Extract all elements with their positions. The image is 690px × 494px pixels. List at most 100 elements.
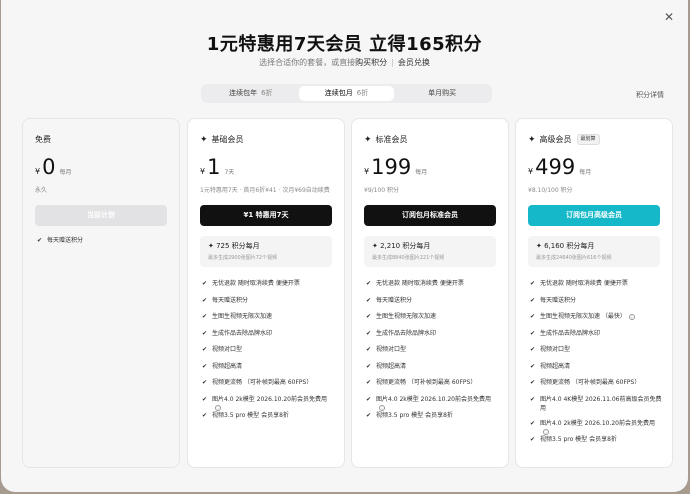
check-icon: ✔ xyxy=(530,362,536,370)
credits-box: ✦ 725 积分每月 最多生成2900张图片72个视频 xyxy=(200,236,332,267)
price-note: 永久 xyxy=(35,187,48,194)
credits-row: ✦ 725 积分每月 xyxy=(208,241,324,251)
list-item: ✔ 图片4.0 2k模型 2026.10.20前会员免费用i xyxy=(530,419,662,435)
list-item: ✔ 视频对口型 xyxy=(530,345,662,362)
check-icon: ✔ xyxy=(202,280,208,287)
list-item: ✔ 每天赠送积分 xyxy=(37,236,169,253)
feature-text: 每天赠送积分 xyxy=(376,296,413,304)
list-item: ✔ 生成作品去除品牌水印 xyxy=(202,329,334,346)
plan-name-row: ✦ 标准会员 xyxy=(364,134,408,145)
check-icon: ✔ xyxy=(202,379,208,386)
feature-list: ✔ 无忧退款 随时取消续费 便捷开票 ✔ 每天赠送积分 ✔ 生图生视频无限次加速 （最… xyxy=(530,279,662,452)
credits-box: ✦ 6,160 积分每月 最多生成24640张图片616个视频 xyxy=(528,236,660,267)
price-unit: 每月 xyxy=(415,169,428,176)
credits-row: ✦ 2,210 积分每月 xyxy=(372,241,488,251)
feature-list: ✔ 无忧退款 随时取消续费 便捷开票 ✔ 每天赠送积分 ✔ 生图生视频无限次加速 ✔ 生… xyxy=(202,279,334,428)
plan-name-row: ✦ 高级会员 最划算 xyxy=(528,134,600,145)
list-item: ✔ 生图生视频无限次加速 xyxy=(202,312,334,329)
tab-monthly[interactable]: 连续包月 6折 xyxy=(298,86,395,101)
close-icon[interactable]: ✕ xyxy=(660,8,678,26)
price-note: 1元特惠用7天 · 首月6折¥41 · 次月¥69自动续费 xyxy=(200,187,330,194)
list-item: ✔ 视频对口型 xyxy=(202,345,334,362)
check-icon: ✔ xyxy=(202,296,208,304)
check-icon: ✔ xyxy=(366,280,372,287)
feature-text: 生图生视频无限次加速 （最快） xyxy=(540,313,626,320)
list-item: ✔ 每天赠送积分 xyxy=(366,296,498,313)
check-icon: ✔ xyxy=(202,395,208,403)
sparkle-icon: ✦ xyxy=(372,242,381,250)
currency: ¥ xyxy=(200,167,206,176)
plan-name: 标准会员 xyxy=(375,135,408,144)
info-icon[interactable]: i xyxy=(628,313,635,320)
feature-text: 视频对口型 xyxy=(212,346,243,353)
list-item: ✔ 视频3.5 pro 模型 会员享8折 xyxy=(202,411,334,428)
currency: ¥ xyxy=(364,167,370,176)
subscribe-premium-button[interactable]: 订阅包月高级会员 xyxy=(528,205,660,226)
check-icon: ✔ xyxy=(530,436,536,443)
plan-price: ¥ 199 每月 xyxy=(364,155,427,179)
redeem-link[interactable]: 会员兑换 xyxy=(398,58,430,67)
tab-single-month[interactable]: 单月购买 xyxy=(394,86,490,101)
feature-text: 生图生视频无限次加速 xyxy=(212,313,273,320)
subscribe-standard-button[interactable]: 订阅包月标准会员 xyxy=(364,205,496,226)
sparkle-icon: ✦ xyxy=(528,134,536,145)
credits-amount: 6,160 积分每月 xyxy=(544,242,595,250)
tab-discount: 6折 xyxy=(356,89,369,97)
plan-name: 高级会员 xyxy=(539,135,572,144)
subtitle-separator: | xyxy=(391,58,394,67)
list-item: ✔ 视频对口型 xyxy=(366,345,498,362)
sparkle-icon: ✦ xyxy=(208,242,217,250)
plan-card-premium: ✦ 高级会员 最划算 ¥ 499 每月 ¥8.10/100 积分 订阅包月高级会员 … xyxy=(515,118,673,468)
feature-text: 视频更流畅 （可补帧到最高 60FPS） xyxy=(212,379,313,386)
list-item: ✔ 视频更流畅 （可补帧到最高 60FPS） xyxy=(530,378,662,395)
sparkle-icon: ✦ xyxy=(200,134,208,145)
current-plan-button[interactable]: 当前计划 xyxy=(35,205,167,226)
price-value: 199 xyxy=(371,155,412,179)
feature-text: 图片4.0 2k模型 2026.10.20前会员免费用 xyxy=(376,395,492,403)
list-item: ✔ 视频更流畅 （可补帧到最高 60FPS） xyxy=(366,378,498,395)
plan-name: 免费 xyxy=(35,135,51,144)
tab-label: 连续包年 xyxy=(229,89,258,97)
feature-text: 视频对口型 xyxy=(540,346,571,353)
sparkle-icon: ✦ xyxy=(364,134,372,145)
list-item: ✔ 视频3.5 pro 模型 会员享8折 xyxy=(530,435,662,452)
credits-row: ✦ 6,160 积分每月 xyxy=(536,241,652,251)
feature-text: 视频对口型 xyxy=(376,346,407,353)
check-icon: ✔ xyxy=(202,313,208,320)
tab-yearly[interactable]: 连续包年 6折 xyxy=(203,86,299,101)
check-icon: ✔ xyxy=(366,313,372,320)
buy-credits-link[interactable]: 购买积分 xyxy=(355,58,387,67)
list-item: ✔ 无忧退款 随时取消续费 便捷开票 xyxy=(202,279,334,296)
list-item: ✔ 生成作品去除品牌水印 xyxy=(366,329,498,346)
subtitle-text: 选择合适你的套餐，或直接 xyxy=(259,58,356,67)
feature-text: 视频超高清 xyxy=(376,362,407,370)
price-value: 499 xyxy=(535,155,576,179)
check-icon: ✔ xyxy=(366,379,372,386)
list-item: ✔ 图片4.0 2k模型 2026.10.20前会员免费用i xyxy=(202,395,334,411)
check-icon: ✔ xyxy=(366,362,372,370)
page-title: 1元特惠用7天会员 立得165积分 xyxy=(206,34,483,55)
feature-text: 每天赠送积分 xyxy=(47,237,84,244)
check-icon: ✔ xyxy=(202,362,208,370)
feature-text: 每天赠送积分 xyxy=(212,296,249,304)
subscribe-basic-button[interactable]: ¥1 特惠用7天 xyxy=(200,205,332,226)
credits-amount: 725 积分每月 xyxy=(216,242,260,250)
currency: ¥ xyxy=(528,167,534,176)
credit-details-link[interactable]: 积分详情 xyxy=(636,90,664,100)
check-icon: ✔ xyxy=(530,329,536,337)
feature-text: 生成作品去除品牌水印 xyxy=(540,329,601,337)
check-icon: ✔ xyxy=(530,346,536,353)
check-icon: ✔ xyxy=(366,395,372,403)
check-icon: ✔ xyxy=(202,329,208,337)
plan-price: ¥ 499 每月 xyxy=(528,155,591,179)
credits-amount: 2,210 积分每月 xyxy=(380,242,431,250)
feature-text: 生图生视频无限次加速 xyxy=(376,313,437,320)
best-value-badge: 最划算 xyxy=(576,134,600,145)
list-item: ✔ 视频超高清 xyxy=(530,362,662,379)
list-item: ✔ 视频3.5 pro 模型 会员享8折 xyxy=(366,411,498,428)
feature-text: 图片4.0 4K模型 2026.11.06前高级会员免费用 xyxy=(540,395,662,412)
list-item: ✔ 视频超高清 xyxy=(366,362,498,379)
check-icon: ✔ xyxy=(530,395,536,403)
check-icon: ✔ xyxy=(366,412,372,419)
feature-text: 无忧退款 随时取消续费 便捷开票 xyxy=(540,280,628,287)
